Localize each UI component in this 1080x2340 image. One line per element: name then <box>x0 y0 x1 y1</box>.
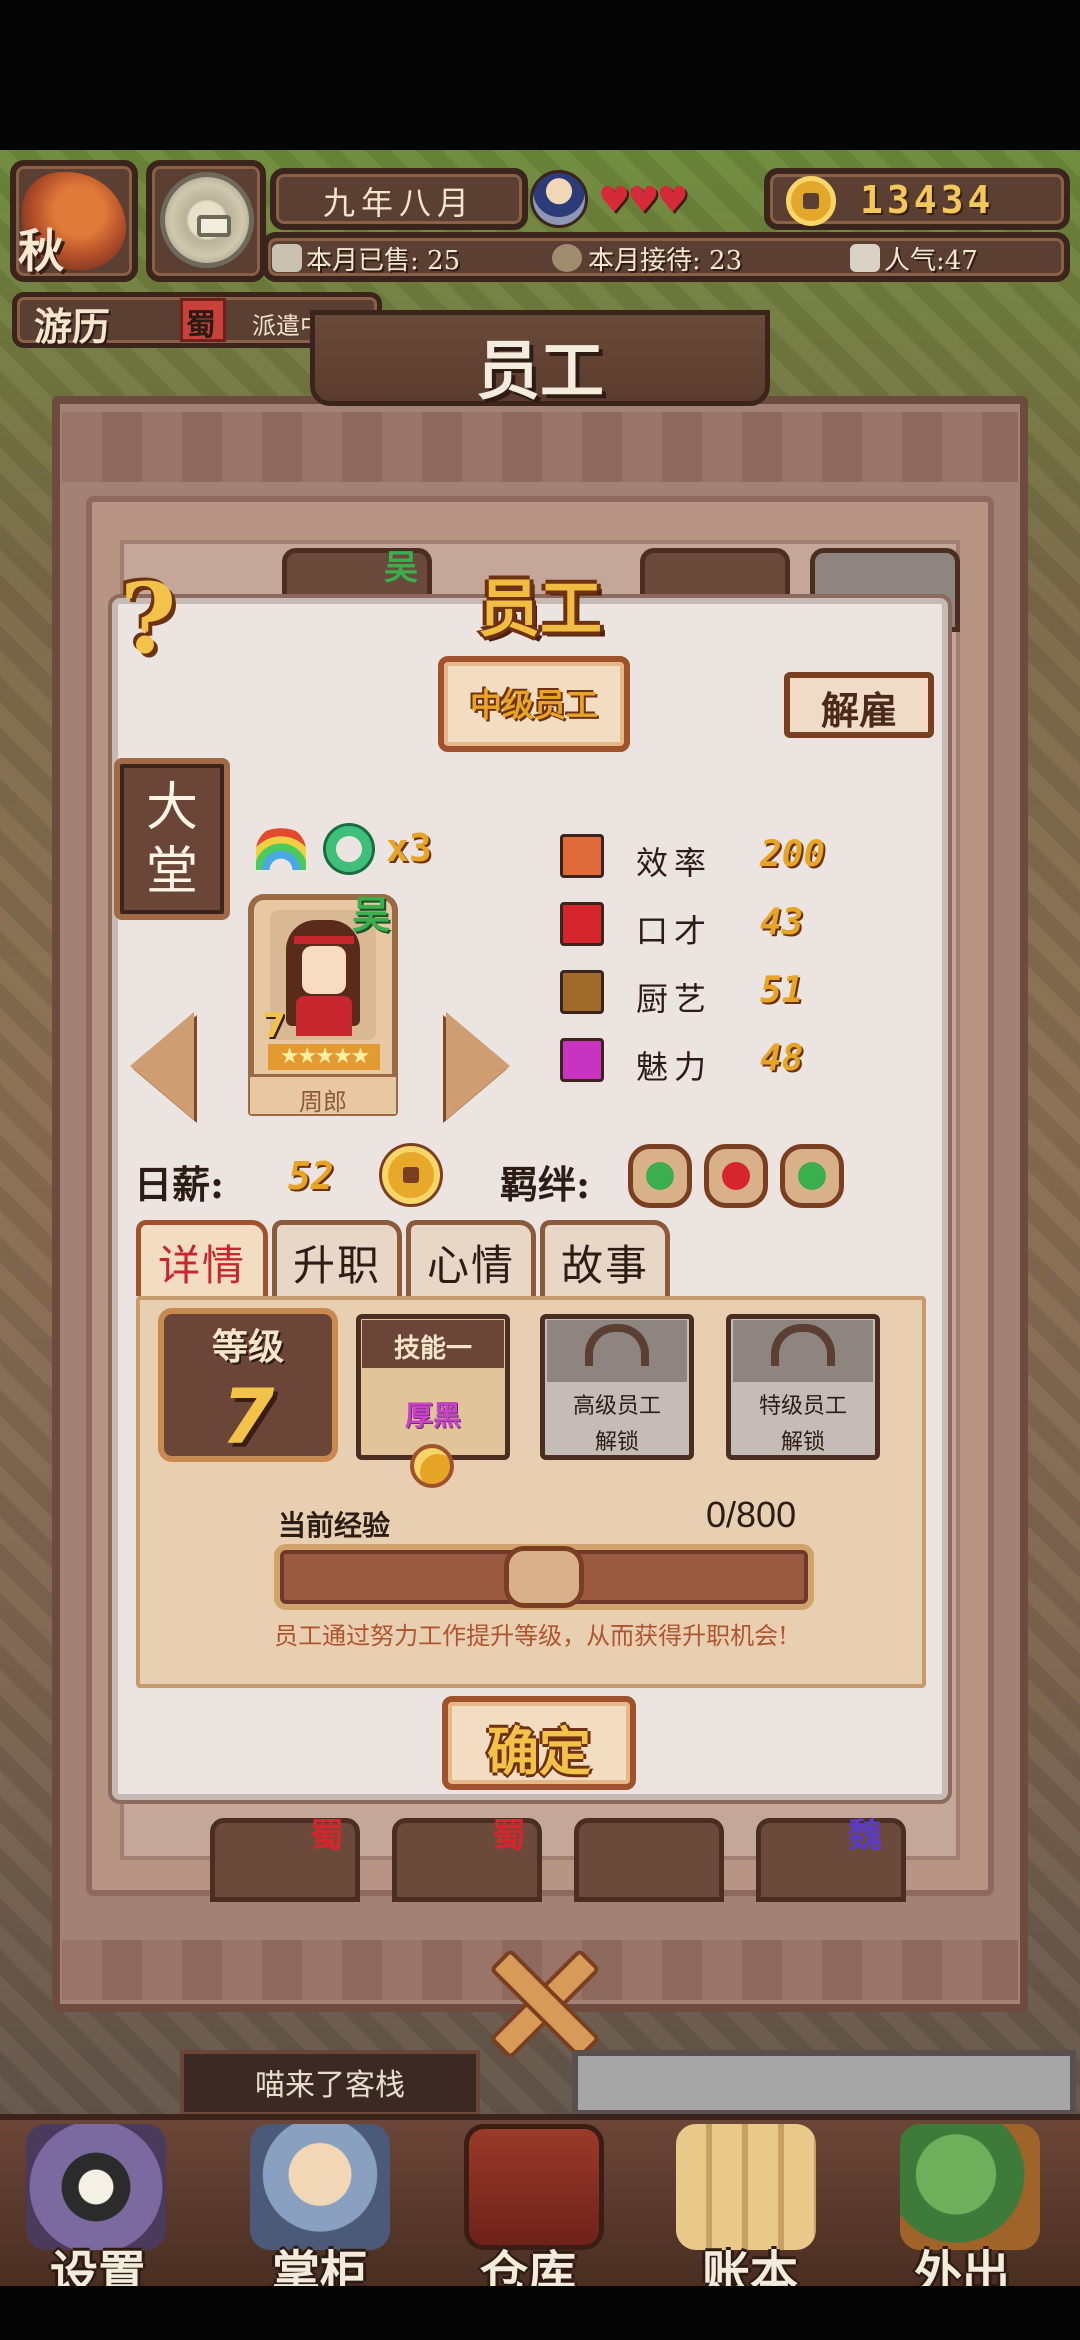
swirl-icon <box>410 1444 454 1488</box>
game-date: 九年八月 <box>322 184 475 222</box>
guest-icon <box>552 244 582 272</box>
stat-label-charm: 魅力 <box>636 1048 713 1086</box>
scroll-icon[interactable] <box>676 2124 816 2250</box>
close-icon[interactable] <box>480 1940 600 2060</box>
tab-promotion-label[interactable]: 升职 <box>272 1232 402 1293</box>
travel-label[interactable]: 游历 <box>34 296 110 351</box>
skill-2-label: 高级员工 <box>572 1393 661 1418</box>
chat-input[interactable] <box>572 2050 1076 2116</box>
status-bar-area <box>0 0 1080 150</box>
stat-value-efficiency: 200 <box>760 834 826 875</box>
tab-mood-label[interactable]: 心情 <box>406 1232 536 1293</box>
shopkeeper-icon[interactable] <box>250 2124 390 2250</box>
rainbow-icon <box>256 826 306 870</box>
stat-label-cooking: 厨艺 <box>636 980 713 1018</box>
location-label: 大堂 <box>145 778 198 902</box>
stat-value-cooking: 51 <box>760 970 804 1011</box>
served-stat: 本月接待: 23 <box>588 246 743 276</box>
yin-yang-gear-icon[interactable] <box>26 2124 166 2250</box>
confirm-button-label[interactable]: 确定 <box>442 1710 636 1785</box>
stat-label-efficiency: 效率 <box>636 844 713 882</box>
faction-tag: 蜀 <box>310 1816 344 1856</box>
heart-bond-icon <box>722 1162 750 1190</box>
coin-icon <box>786 176 836 226</box>
exp-value: 0/800 <box>706 1494 797 1535</box>
cooking-icon <box>560 970 604 1014</box>
guest-avatar-icon <box>530 170 588 228</box>
skill-3-label: 特级员工 <box>758 1393 847 1418</box>
backpack-icon[interactable] <box>900 2124 1040 2250</box>
bowl-icon <box>272 244 302 272</box>
sold-stat: 本月已售: 25 <box>306 246 461 276</box>
eloquence-icon <box>560 902 604 946</box>
stat-value-eloquence: 43 <box>760 902 804 943</box>
skill-3-unlock: 解锁 <box>780 1429 825 1454</box>
employee-level-mark: 7 <box>262 1006 286 1046</box>
dialog-title: 员工 <box>477 572 602 645</box>
staff-card[interactable] <box>756 1818 906 1902</box>
salary-label: 日薪: <box>134 1162 225 1207</box>
popularity-stat: 人气:47 <box>884 246 978 276</box>
skill-1-title: 技能一 <box>393 1334 472 1364</box>
rank-label: 中级员工 <box>469 686 598 724</box>
next-employee-arrow-icon[interactable] <box>446 1012 510 1120</box>
tab-story-label[interactable]: 故事 <box>540 1232 670 1293</box>
faction-tag: 蜀 <box>492 1816 526 1856</box>
portrait-face <box>302 946 346 994</box>
wu-bond-icon <box>798 1162 826 1190</box>
skill-1-name: 厚黑 <box>404 1399 461 1432</box>
employee-name: 周郎 <box>299 1088 347 1116</box>
previous-employee-arrow-icon[interactable] <box>130 1012 194 1120</box>
exp-hint: 员工通过努力工作提升等级，从而获得升职机会! <box>274 1622 788 1650</box>
season-label: 秋 <box>18 224 64 278</box>
portrait-headband <box>294 936 354 944</box>
staff-card[interactable] <box>574 1818 724 1902</box>
stat-value-charm: 48 <box>760 1038 804 1079</box>
coin-icon <box>382 1146 440 1204</box>
inn-name: 喵来了客栈 <box>255 2068 405 2103</box>
portrait-body <box>296 996 352 1036</box>
jade-ring-icon <box>326 826 372 872</box>
faction-tag: 魏 <box>848 1816 882 1856</box>
speaker-icon <box>850 244 880 272</box>
star-rating: ★★★★★ <box>268 1044 380 1070</box>
help-icon[interactable]: ? <box>120 562 176 675</box>
stat-label-eloquence: 口才 <box>636 912 713 950</box>
faction-mark: 吴 <box>352 892 391 937</box>
money-amount: 13434 <box>860 178 995 222</box>
exp-bar-knob <box>504 1546 584 1608</box>
charm-heart-icon <box>560 1038 604 1082</box>
clover-bond-icon <box>646 1162 674 1190</box>
salary-value: 52 <box>288 1154 334 1198</box>
bond-label: 羁绊: <box>500 1162 591 1207</box>
window-title: 员工 <box>476 334 604 409</box>
hearts-icon: ♥♥♥ <box>598 180 689 221</box>
chest-icon[interactable] <box>464 2124 604 2250</box>
skill-2-unlock: 解锁 <box>594 1429 639 1454</box>
jade-disc-icon[interactable] <box>160 172 254 268</box>
efficiency-icon <box>560 834 604 878</box>
window-top-border <box>62 412 1018 482</box>
exp-label: 当前经验 <box>278 1510 391 1541</box>
level-label: 等级 <box>211 1326 284 1368</box>
level-value: 7 <box>221 1372 275 1461</box>
ring-count: x3 <box>386 826 432 870</box>
gesture-bar-area <box>0 2286 1080 2340</box>
fire-button-label[interactable]: 解雇 <box>784 680 934 735</box>
travel-flag-text: 蜀 <box>186 308 216 343</box>
tab-details-label[interactable]: 详情 <box>136 1232 268 1293</box>
